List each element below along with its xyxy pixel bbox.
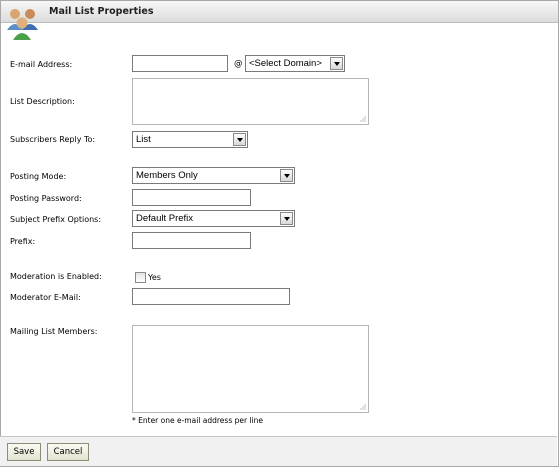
mailing-list-members-label: Mailing List Members: [10,327,98,336]
panel-header: Mail List Properties [1,1,558,23]
moderator-email-label: Moderator E-Mail: [10,293,81,302]
chevron-down-icon[interactable] [330,57,343,70]
subject-prefix-options-label: Subject Prefix Options: [10,215,102,224]
moderator-email-input[interactable] [132,288,290,305]
posting-mode-label: Posting Mode: [10,172,67,181]
resize-grip-icon[interactable] [359,403,366,410]
subject-prefix-select-value: Default Prefix [136,213,194,224]
posting-mode-select-value: Members Only [136,170,198,181]
members-hint-text: * Enter one e-mail address per line [132,416,263,425]
posting-mode-select[interactable]: Members Only [132,167,295,184]
resize-grip-icon[interactable] [359,115,366,122]
chevron-down-icon[interactable] [280,169,293,182]
reply-to-select-value: List [136,134,151,145]
subject-prefix-select[interactable]: Default Prefix [132,210,295,227]
reply-to-select[interactable]: List [132,131,248,148]
prefix-label: Prefix: [10,237,36,246]
chevron-down-icon[interactable] [280,212,293,225]
prefix-input[interactable] [132,232,251,249]
chevron-down-icon[interactable] [233,133,246,146]
moderation-checkbox[interactable] [135,272,146,283]
users-group-icon [7,9,38,40]
subscribers-reply-to-label: Subscribers Reply To: [10,135,96,144]
save-button[interactable]: Save [7,443,41,461]
domain-select[interactable]: <Select Domain> [245,55,345,72]
email-address-input[interactable] [132,55,228,72]
list-description-label: List Description: [10,97,75,106]
moderation-enabled-label: Moderation is Enabled: [10,272,102,281]
mailing-list-members-textarea[interactable] [132,325,369,413]
at-sign: @ [234,59,243,69]
domain-select-value: <Select Domain> [249,58,322,69]
page-title: Mail List Properties [49,6,154,17]
cancel-button[interactable]: Cancel [47,443,89,461]
posting-password-label: Posting Password: [10,194,82,203]
list-description-textarea[interactable] [132,78,369,125]
email-address-label: E-mail Address: [10,60,73,69]
posting-password-input[interactable] [132,189,251,206]
moderation-yes-label: Yes [148,273,161,282]
